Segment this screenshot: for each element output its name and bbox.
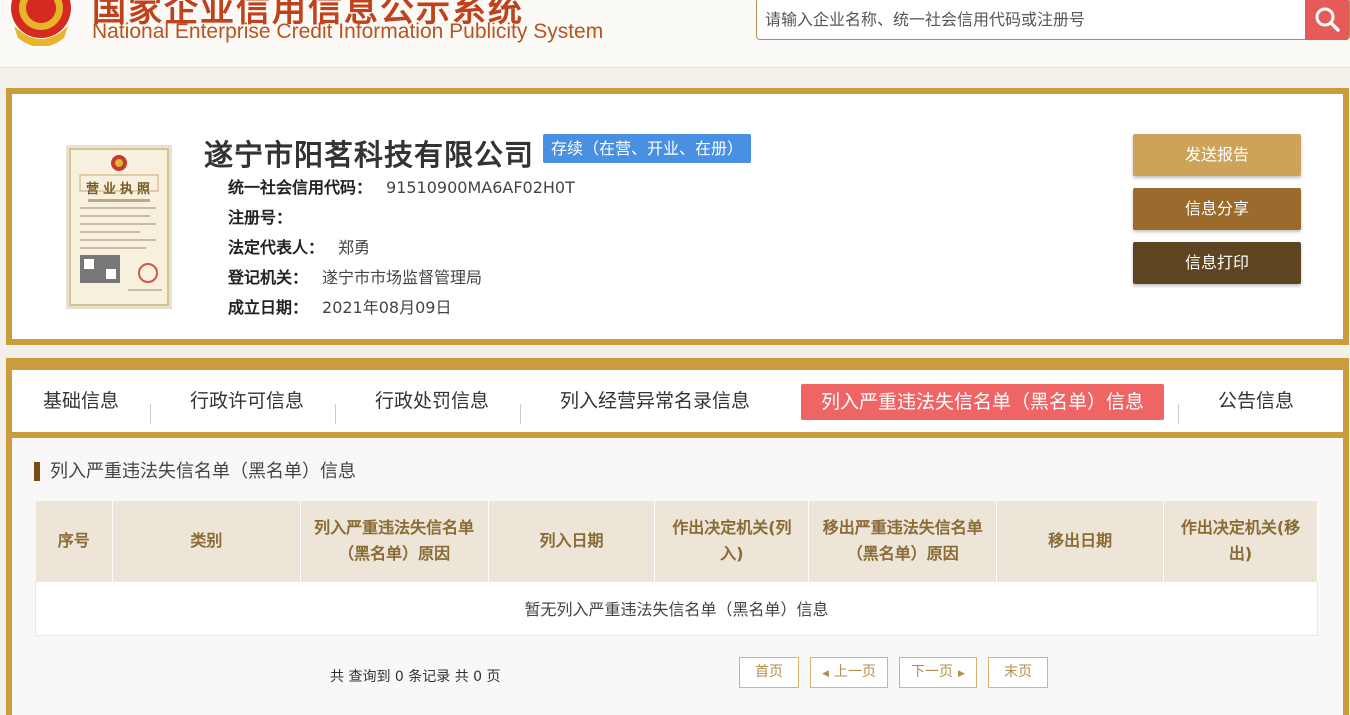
founded-label: 成立日期： [228,298,309,317]
search-input[interactable] [757,0,1305,39]
license-title: 营业执照 [86,182,155,197]
legal-rep-value: 郑勇 [338,238,371,257]
company-panel: 营业执照 遂宁市阳茗科技有限公司 存续（在营、开业、在册） 统一社会信用代码： 9… [6,88,1349,345]
last-page-button[interactable]: 末页 [988,657,1048,688]
national-emblem-icon [11,0,71,46]
col-header-listing-date: 列入日期 [488,501,656,581]
tab-divider [150,404,151,424]
company-card: 营业执照 遂宁市阳茗科技有限公司 存续（在营、开业、在册） 统一社会信用代码： 9… [12,94,1343,339]
search-button[interactable] [1305,0,1349,40]
tab-admin-penalty[interactable]: 行政处罚信息 [375,370,489,432]
tab-blacklist[interactable]: 列入严重违法失信名单（黑名单）信息 [801,384,1165,420]
send-report-button[interactable]: 发送报告 [1133,134,1301,176]
company-name: 遂宁市阳茗科技有限公司 [204,138,535,172]
legal-rep-label: 法定代表人： [228,238,325,257]
table-row: 暂无列入严重违法失信名单（黑名单）信息 [35,580,1318,636]
prev-page-button[interactable]: ◀ 上一页 [810,657,888,688]
tab-announcements[interactable]: 公告信息 [1218,370,1294,432]
reg-number-label: 注册号： [228,208,293,227]
credit-code-label: 统一社会信用代码： [228,178,373,197]
info-row-credit-code: 统一社会信用代码： 91510900MA6AF02H0T [228,174,575,198]
search-box [756,0,1350,40]
tab-abnormal-operation[interactable]: 列入经营异常名录信息 [560,370,750,432]
tab-divider [520,404,521,424]
first-page-button[interactable]: 首页 [739,657,799,688]
chevron-left-icon: ◀ [822,669,829,679]
empty-message: 暂无列入严重违法失信名单（黑名单）信息 [35,580,1318,636]
prev-page-label: 上一页 [833,664,876,680]
next-page-button[interactable]: 下一页 ▶ [899,657,977,688]
info-row-reg-number: 注册号： [228,204,306,228]
col-header-listing-authority: 作出决定机关(列入) [654,501,810,581]
authority-value: 遂宁市市场监督管理局 [322,268,483,287]
blacklist-section: 列入严重违法失信名单（黑名单）信息 序号 类别 列入严重违法失信名单（黑名单）原… [12,438,1343,715]
blacklist-table: 序号 类别 列入严重违法失信名单（黑名单）原因 列入日期 作出决定机关(列入) … [35,501,1318,636]
tab-divider [335,404,336,424]
next-page-label: 下一页 [911,664,954,680]
col-header-index: 序号 [35,501,113,581]
share-info-button[interactable]: 信息分享 [1133,188,1301,230]
status-badge: 存续（在营、开业、在册） [543,134,752,163]
business-license-image[interactable] [66,145,172,309]
authority-label: 登记机关： [228,268,309,287]
search-icon [1315,7,1340,32]
info-row-authority: 登记机关： 遂宁市市场监督管理局 [228,264,482,288]
table-header-row: 序号 类别 列入严重违法失信名单（黑名单）原因 列入日期 作出决定机关(列入) … [35,501,1318,581]
site-header: 国家企业信用信息公示系统 National Enterprise Credit … [0,0,1350,68]
col-header-removal-date: 移出日期 [996,501,1165,581]
section-title: 列入严重违法失信名单（黑名单）信息 [34,462,356,481]
tab-bar: 基础信息 行政许可信息 行政处罚信息 列入经营异常名录信息 列入严重违法失信名单… [12,370,1343,432]
tab-divider [1178,404,1179,424]
info-row-legal-rep: 法定代表人： 郑勇 [228,234,370,258]
print-info-button[interactable]: 信息打印 [1133,242,1301,284]
info-row-founded: 成立日期： 2021年08月09日 [228,294,451,318]
credit-code-value: 91510900MA6AF02H0T [386,178,575,197]
tab-basic-info[interactable]: 基础信息 [43,370,119,432]
founded-value: 2021年08月09日 [322,298,452,317]
site-title-en: National Enterprise Credit Information P… [92,20,604,43]
col-header-category: 类别 [112,501,301,581]
tab-admin-license[interactable]: 行政许可信息 [190,370,304,432]
col-header-listing-reason: 列入严重违法失信名单（黑名单）原因 [300,501,489,581]
pagination-summary: 共 查询到 0 条记录 共 0 页 [330,669,501,685]
main-panel: 基础信息 行政许可信息 行政处罚信息 列入经营异常名录信息 列入严重违法失信名单… [6,358,1349,715]
col-header-removal-reason: 移出严重违法失信名单（黑名单）原因 [808,501,998,581]
col-header-removal-authority: 作出决定机关(移出) [1163,501,1318,581]
chevron-right-icon: ▶ [958,669,965,679]
